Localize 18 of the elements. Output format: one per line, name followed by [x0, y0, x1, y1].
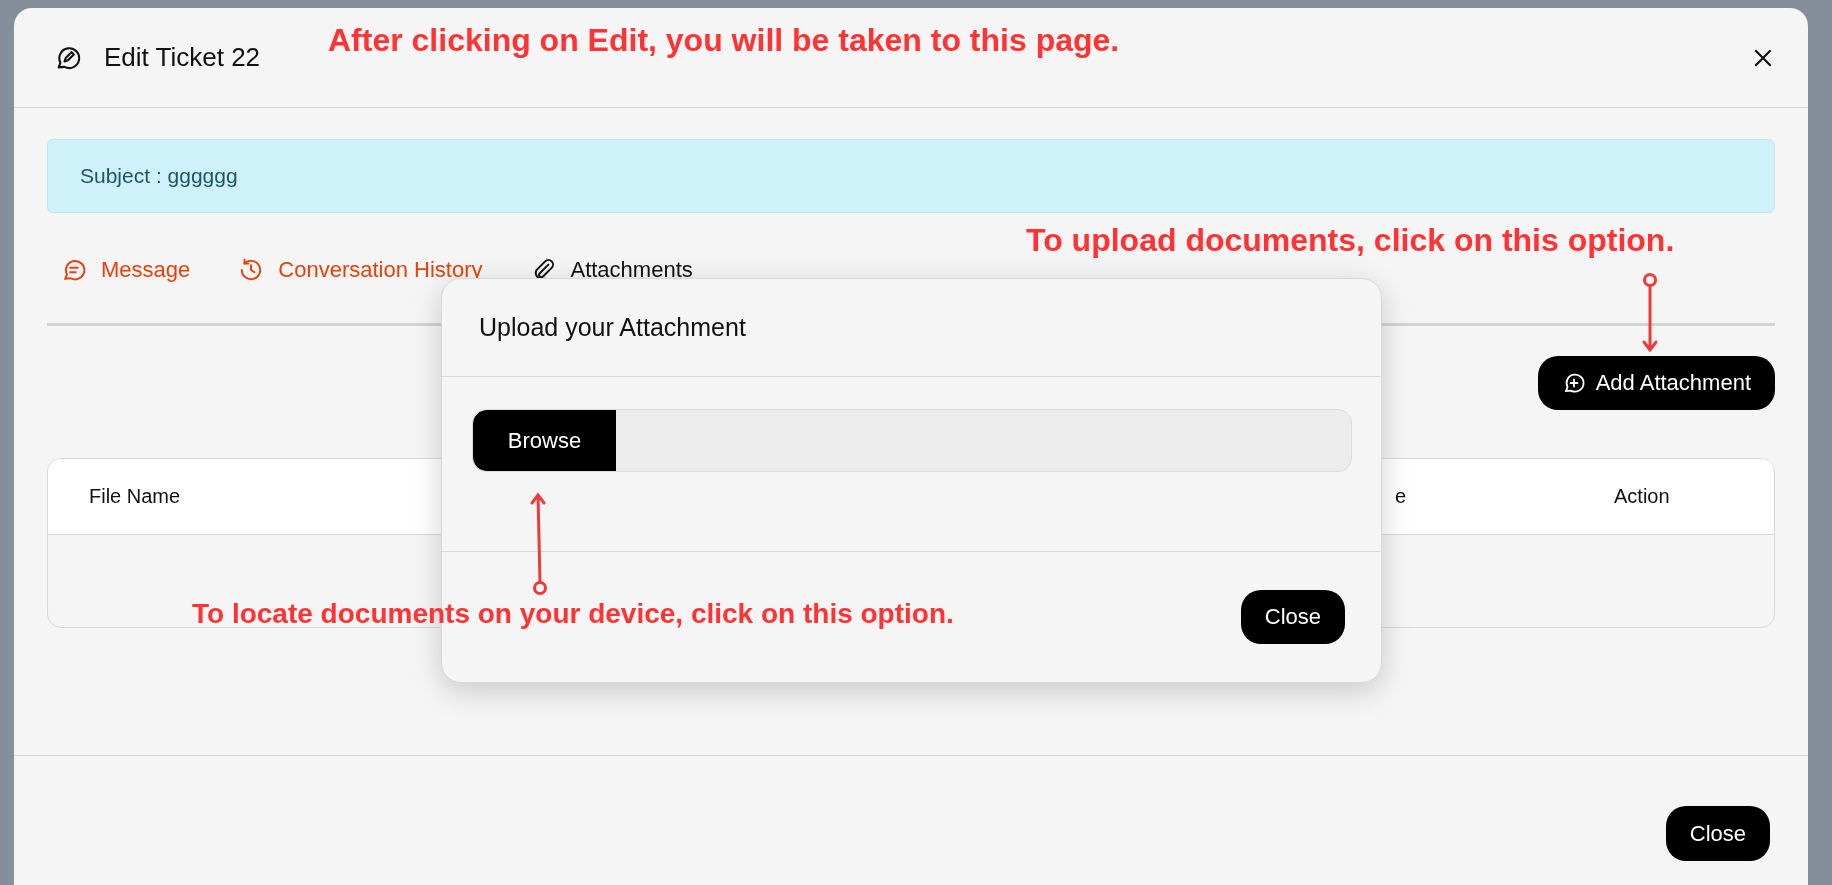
dialog-title: Edit Ticket 22	[104, 42, 261, 73]
annotation-text: After clicking on Edit, you will be taken to this page.	[328, 22, 1120, 59]
browse-button[interactable]: Browse	[473, 410, 616, 471]
file-input-field[interactable]: Browse	[472, 409, 1352, 472]
annotation-text: To locate documents on your device, click on this option.	[192, 598, 954, 630]
modal-title: Upload your Attachment	[479, 313, 746, 342]
tab[interactable]: Attachments	[530, 257, 693, 283]
column-header: Action	[1614, 485, 1670, 508]
column-header: File Name	[89, 485, 181, 508]
chat-icon	[61, 257, 87, 283]
add-attachment-button[interactable]: Add Attachment	[1537, 356, 1775, 410]
close-button[interactable]: Close	[1240, 590, 1345, 644]
subject-text: Subject : gggggg	[80, 164, 238, 188]
close-button[interactable]: Close	[1665, 806, 1770, 861]
column-header: e	[1395, 485, 1407, 508]
tab[interactable]: Conversation History	[238, 257, 483, 283]
annotation-text: To upload documents, click on this option.	[1026, 222, 1675, 259]
tab[interactable]: Message	[61, 257, 191, 283]
